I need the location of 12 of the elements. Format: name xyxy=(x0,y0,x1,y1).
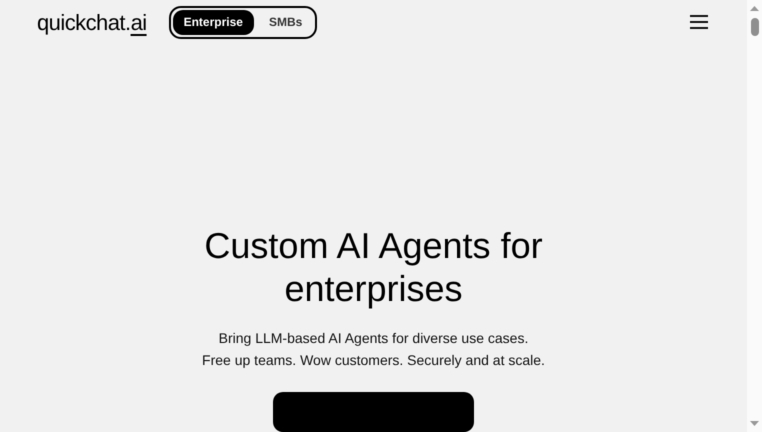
menu-icon[interactable] xyxy=(689,15,709,29)
scroll-down-icon[interactable] xyxy=(750,421,759,426)
scroll-up-icon[interactable] xyxy=(750,6,759,11)
hero-subtitle: Bring LLM-based AI Agents for diverse use cases. xyxy=(218,329,528,348)
scroll-thumb[interactable] xyxy=(750,18,758,36)
hero-title: enterprises xyxy=(284,267,463,310)
hero-subtitle: Free up teams. Wow customers. Securely and at scale. xyxy=(202,351,545,370)
segment-tab[interactable]: Enterprise xyxy=(172,10,254,34)
segment-tab[interactable]: SMBs xyxy=(258,10,314,34)
logo[interactable]: quickchat.ai xyxy=(37,6,147,38)
hero-title: Custom AI Agents for xyxy=(204,224,543,267)
scrollbar[interactable] xyxy=(747,0,762,432)
